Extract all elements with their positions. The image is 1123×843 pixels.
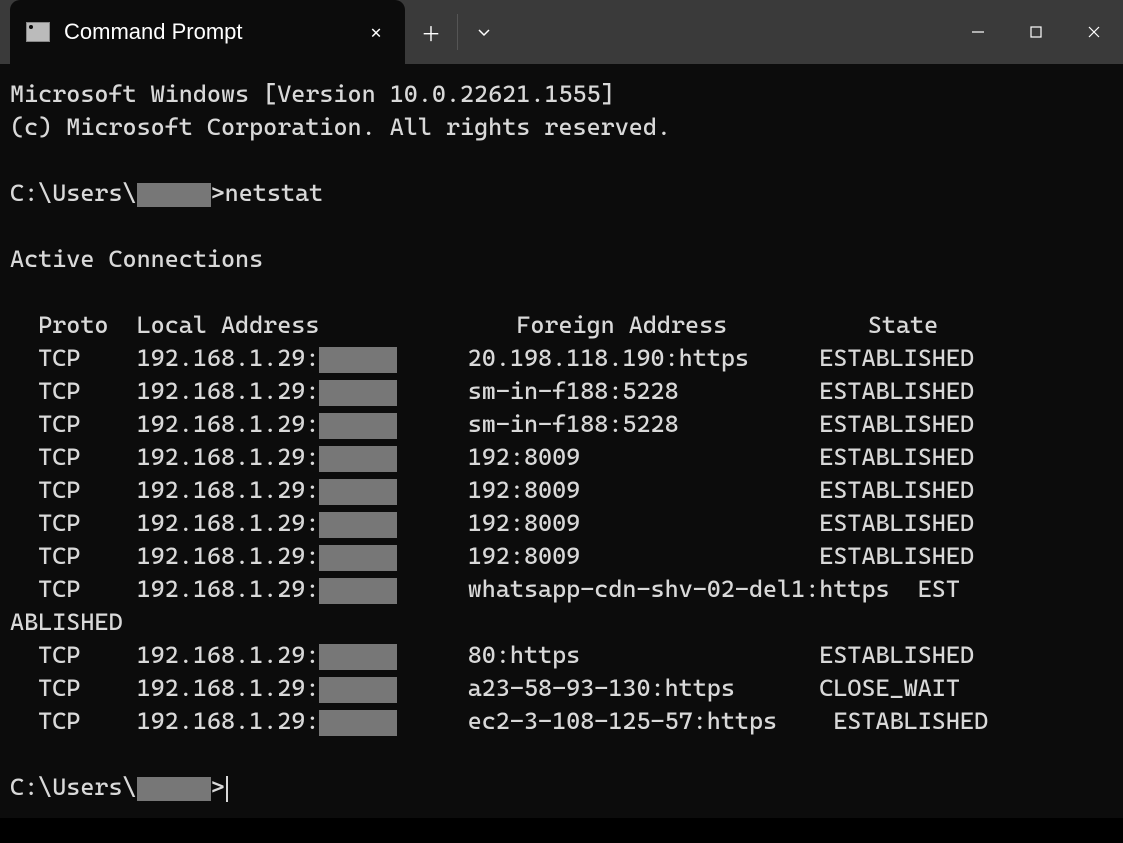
- close-tab-icon[interactable]: ✕: [365, 22, 387, 43]
- banner-line: Microsoft Windows [Version 10.0.22621.15…: [10, 80, 615, 108]
- new-tab-button[interactable]: ＋: [405, 0, 457, 64]
- terminal-output[interactable]: Microsoft Windows [Version 10.0.22621.15…: [0, 64, 1123, 818]
- prompt-line: C:\Users\>netstat: [10, 179, 323, 207]
- minimize-button[interactable]: [949, 0, 1007, 64]
- titlebar: Command Prompt ✕ ＋: [0, 0, 1123, 64]
- cmd-icon: [26, 22, 50, 42]
- table-row: TCP 192.168.1.29: 192:8009 ESTABLISHED: [10, 476, 974, 504]
- table-row: TCP 192.168.1.29: 80:https ESTABLISHED: [10, 641, 974, 669]
- table-row: TCP 192.168.1.29: ec2-3-108-125-57:https…: [10, 707, 988, 735]
- table-row: TCP 192.168.1.29: 192:8009 ESTABLISHED: [10, 542, 974, 570]
- command: netstat: [225, 179, 323, 207]
- tab-dropdown-button[interactable]: [458, 0, 510, 64]
- table-row: TCP 192.168.1.29: 20.198.118.190:https E…: [10, 344, 974, 372]
- table-row: TCP 192.168.1.29: whatsapp-cdn-shv-02-de…: [10, 575, 960, 603]
- table-row: TCP 192.168.1.29: sm-in-f188:5228 ESTABL…: [10, 410, 974, 438]
- tab-title: Command Prompt: [64, 19, 365, 45]
- table-row: TCP 192.168.1.29: 192:8009 ESTABLISHED: [10, 443, 974, 471]
- table-row: TCP 192.168.1.29: 192:8009 ESTABLISHED: [10, 509, 974, 537]
- maximize-button[interactable]: [1007, 0, 1065, 64]
- active-tab[interactable]: Command Prompt ✕: [10, 0, 405, 64]
- close-window-button[interactable]: [1065, 0, 1123, 64]
- banner-line: (c) Microsoft Corporation. All rights re…: [10, 113, 671, 141]
- cursor: [226, 776, 228, 802]
- section-header: Active Connections: [10, 245, 263, 273]
- table-row: TCP 192.168.1.29: a23-58-93-130:https CL…: [10, 674, 960, 702]
- prompt-line[interactable]: C:\Users\>: [10, 773, 228, 801]
- table-row: TCP 192.168.1.29: sm-in-f188:5228 ESTABL…: [10, 377, 974, 405]
